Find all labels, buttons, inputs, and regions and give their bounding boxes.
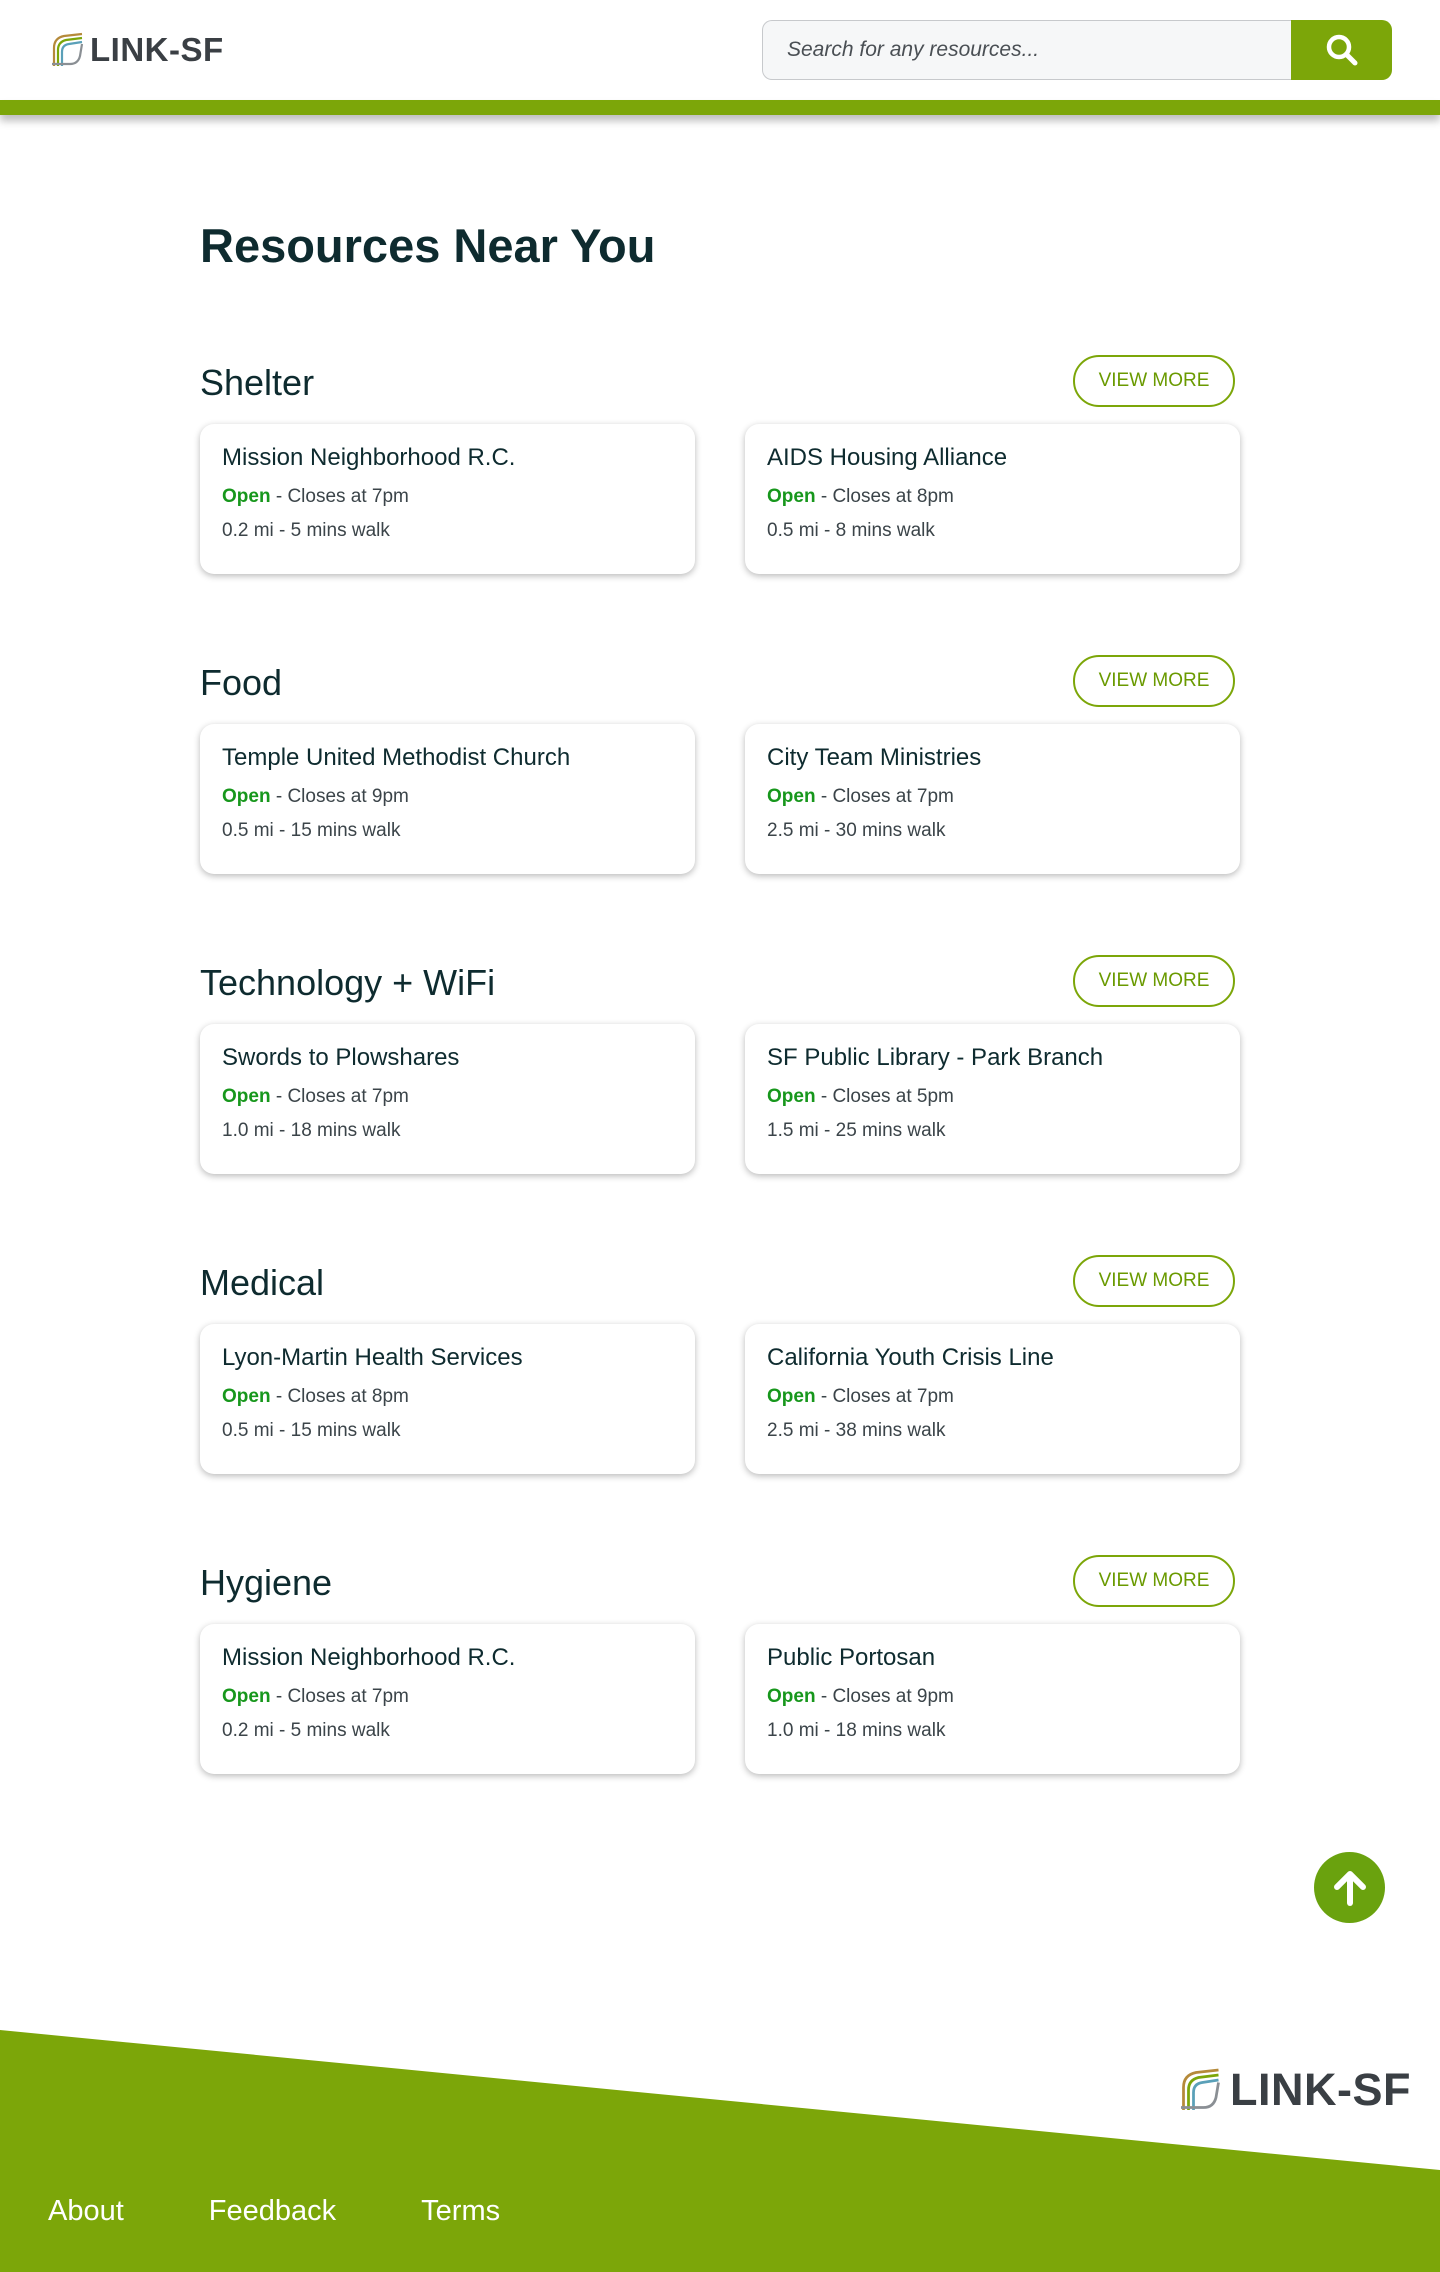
closing-time: - Closes at 7pm xyxy=(270,1086,409,1107)
view-more-button[interactable]: VIEW MORE xyxy=(1073,1255,1235,1307)
open-status: Open xyxy=(767,1386,816,1407)
search-input[interactable] xyxy=(763,21,1292,79)
closing-time: - Closes at 5pm xyxy=(815,1086,954,1107)
header-accent-bar xyxy=(0,100,1440,115)
resource-distance: 0.2 mi - 5 mins walk xyxy=(222,1720,390,1741)
open-status: Open xyxy=(767,486,816,507)
resource-name: Swords to Plowshares xyxy=(222,1044,460,1071)
resource-name: AIDS Housing Alliance xyxy=(767,444,1008,471)
section-title: Hygiene xyxy=(200,1562,333,1603)
resource-distance: 0.2 mi - 5 mins walk xyxy=(222,520,390,541)
resource-hours: Open - Closes at 9pm xyxy=(767,1686,1218,1708)
link-sf-logo-icon xyxy=(1181,2068,1220,2110)
search-button[interactable] xyxy=(1291,20,1392,80)
view-more-button[interactable]: VIEW MORE xyxy=(1073,355,1235,407)
resource-distance: 1.0 mi - 18 mins walk xyxy=(222,1120,401,1141)
header-logo[interactable]: LINK-SF xyxy=(48,30,224,70)
resource-name: Public Portosan xyxy=(767,1644,936,1671)
footer-nav: About Feedback Terms xyxy=(48,2195,585,2228)
resource-hours: Open - Closes at 7pm xyxy=(222,1686,673,1708)
open-status: Open xyxy=(222,1686,271,1707)
view-more-button[interactable]: VIEW MORE xyxy=(1073,1555,1235,1607)
site-footer: LINK-SF About Feedback Terms xyxy=(0,2030,1440,2272)
resource-hours: Open - Closes at 7pm xyxy=(767,786,1218,808)
resource-card[interactable]: Lyon-Martin Health Services Open - Close… xyxy=(200,1324,695,1474)
closing-time: - Closes at 7pm xyxy=(815,786,954,807)
section-title: Technology + WiFi xyxy=(200,962,496,1003)
logo-text: LINK-SF xyxy=(1230,2064,1411,2115)
resource-hours: Open - Closes at 9pm xyxy=(222,786,673,808)
resource-card[interactable]: AIDS Housing Alliance Open - Closes at 8… xyxy=(745,424,1240,574)
footer-logo[interactable]: LINK-SF xyxy=(1174,2064,1411,2116)
footer-link-about[interactable]: About xyxy=(48,2195,124,2228)
section-medical: Medical VIEW MORE Lyon-Martin Health Ser… xyxy=(200,1255,1240,1502)
resource-distance: 1.5 mi - 25 mins walk xyxy=(767,1120,946,1141)
resource-name: Temple United Methodist Church xyxy=(222,744,571,771)
closing-time: - Closes at 7pm xyxy=(815,1386,954,1407)
resource-card[interactable]: Mission Neighborhood R.C. Open - Closes … xyxy=(200,424,695,574)
open-status: Open xyxy=(767,1086,816,1107)
resource-name: Mission Neighborhood R.C. xyxy=(222,1644,516,1671)
logo-text: LINK-SF xyxy=(90,31,224,68)
resource-distance: 0.5 mi - 8 mins walk xyxy=(767,520,935,541)
section-shelter: Shelter VIEW MORE Mission Neighborhood R… xyxy=(200,355,1240,602)
back-to-top-button[interactable] xyxy=(1314,1852,1385,1923)
section-food: Food VIEW MORE Temple United Methodist C… xyxy=(200,655,1240,902)
section-title: Shelter xyxy=(200,362,315,403)
closing-time: - Closes at 9pm xyxy=(270,786,409,807)
resource-card[interactable]: Temple United Methodist Church Open - Cl… xyxy=(200,724,695,874)
link-sf-logo-icon xyxy=(52,32,84,66)
open-status: Open xyxy=(222,1086,271,1107)
resource-hours: Open - Closes at 8pm xyxy=(222,1386,673,1408)
search-box xyxy=(762,20,1292,80)
resource-distance: 2.5 mi - 38 mins walk xyxy=(767,1420,946,1441)
resource-card[interactable]: Mission Neighborhood R.C. Open - Closes … xyxy=(200,1624,695,1774)
section-technology-wifi: Technology + WiFi VIEW MORE Swords to Pl… xyxy=(200,955,1240,1202)
resource-card[interactable]: California Youth Crisis Line Open - Clos… xyxy=(745,1324,1240,1474)
resource-card[interactable]: Public Portosan Open - Closes at 9pm 1.0… xyxy=(745,1624,1240,1774)
closing-time: - Closes at 8pm xyxy=(815,486,954,507)
open-status: Open xyxy=(222,1386,271,1407)
resource-hours: Open - Closes at 7pm xyxy=(767,1386,1218,1408)
footer-link-feedback[interactable]: Feedback xyxy=(209,2195,336,2228)
closing-time: - Closes at 7pm xyxy=(270,1686,409,1707)
resource-name: Mission Neighborhood R.C. xyxy=(222,444,516,471)
section-hygiene: Hygiene VIEW MORE Mission Neighborhood R… xyxy=(200,1555,1240,1802)
closing-time: - Closes at 8pm xyxy=(270,1386,409,1407)
resource-distance: 0.5 mi - 15 mins walk xyxy=(222,1420,401,1441)
resource-hours: Open - Closes at 7pm xyxy=(222,1086,673,1108)
resource-name: California Youth Crisis Line xyxy=(767,1344,1054,1371)
closing-time: - Closes at 9pm xyxy=(815,1686,954,1707)
view-more-button[interactable]: VIEW MORE xyxy=(1073,655,1235,707)
resource-hours: Open - Closes at 5pm xyxy=(767,1086,1218,1108)
resource-card[interactable]: Swords to Plowshares Open - Closes at 7p… xyxy=(200,1024,695,1174)
view-more-button[interactable]: VIEW MORE xyxy=(1073,955,1235,1007)
footer-link-terms[interactable]: Terms xyxy=(421,2195,500,2228)
open-status: Open xyxy=(222,786,271,807)
open-status: Open xyxy=(222,486,271,507)
resource-distance: 0.5 mi - 15 mins walk xyxy=(222,820,401,841)
page-title: Resources Near You xyxy=(200,219,656,272)
open-status: Open xyxy=(767,786,816,807)
resource-name: SF Public Library - Park Branch xyxy=(767,1044,1104,1071)
resource-distance: 1.0 mi - 18 mins walk xyxy=(767,1720,946,1741)
arrow-up-icon xyxy=(1333,1870,1366,1906)
site-header: LINK-SF xyxy=(0,0,1440,100)
resource-card[interactable]: SF Public Library - Park Branch Open - C… xyxy=(745,1024,1240,1174)
resource-hours: Open - Closes at 7pm xyxy=(222,486,673,508)
resource-name: Lyon-Martin Health Services xyxy=(222,1344,523,1371)
open-status: Open xyxy=(767,1686,816,1707)
closing-time: - Closes at 7pm xyxy=(270,486,409,507)
resource-name: City Team Ministries xyxy=(767,744,982,771)
resource-card[interactable]: City Team Ministries Open - Closes at 7p… xyxy=(745,724,1240,874)
section-title: Medical xyxy=(200,1262,325,1303)
resource-distance: 2.5 mi - 30 mins walk xyxy=(767,820,946,841)
resource-hours: Open - Closes at 8pm xyxy=(767,486,1218,508)
section-title: Food xyxy=(200,662,283,703)
search-icon xyxy=(1326,34,1357,66)
